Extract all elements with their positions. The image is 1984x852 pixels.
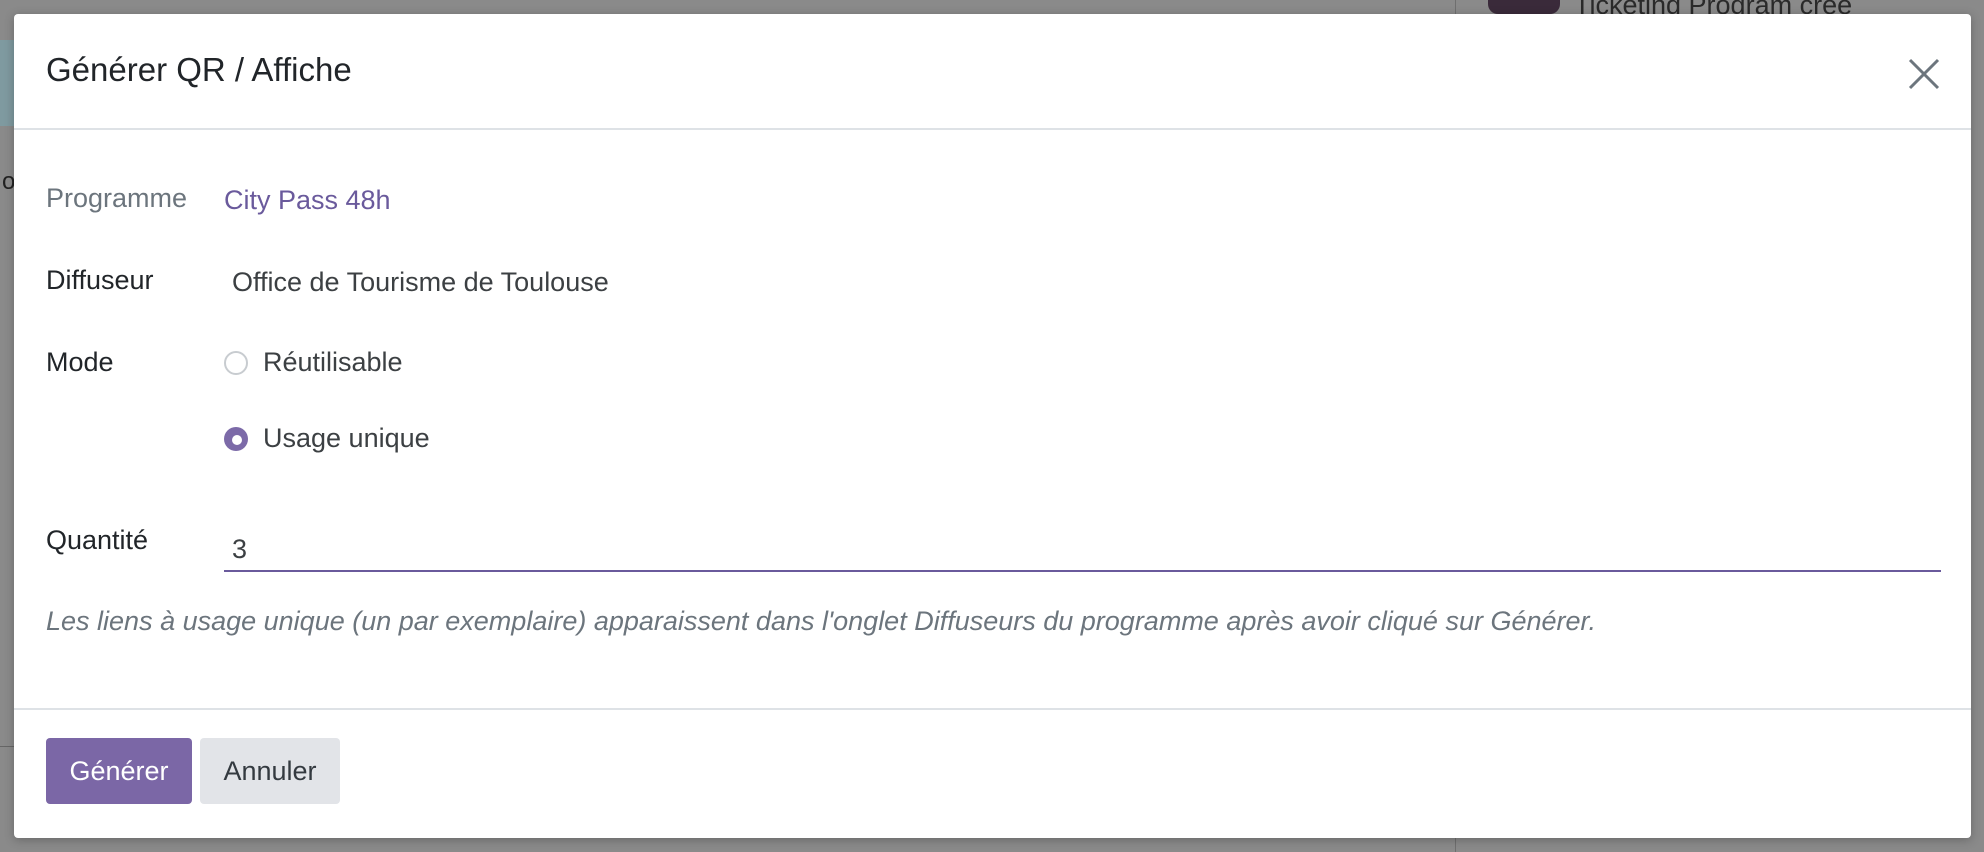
diffuseur-value: Office de Tourisme de Toulouse: [232, 267, 609, 297]
background-avatar: [1488, 0, 1560, 14]
programme-link[interactable]: City Pass 48h: [224, 185, 391, 216]
dialog-footer: Générer Annuler: [14, 708, 1971, 840]
mode-option-label: Réutilisable: [263, 347, 403, 377]
radio-checked[interactable]: [224, 426, 248, 451]
help-text: Les liens à usage unique (un par exempla…: [46, 606, 1596, 636]
generate-button[interactable]: Générer: [46, 738, 192, 804]
mode-option-usage-unique[interactable]: Usage unique: [224, 423, 430, 454]
programme-label: Programme: [46, 183, 188, 213]
mode-option-reutilisable[interactable]: Réutilisable: [224, 347, 403, 378]
generate-qr-dialog: Générer QR / Affiche Programme City Pass…: [14, 14, 1971, 838]
radio-unchecked[interactable]: [224, 350, 248, 375]
cancel-button[interactable]: Annuler: [200, 738, 340, 804]
background-divider-small: [0, 746, 14, 747]
mode-label: Mode: [46, 347, 114, 377]
mode-option-label: Usage unique: [263, 423, 430, 453]
close-icon[interactable]: [1904, 54, 1944, 94]
dialog-title: Générer QR / Affiche: [46, 51, 352, 88]
quantite-label: Quantité: [46, 525, 149, 555]
background-panel-fragment: [0, 40, 14, 126]
dialog-header: Générer QR / Affiche: [14, 14, 1971, 130]
diffuseur-label: Diffuseur: [46, 265, 154, 295]
quantite-input[interactable]: [224, 524, 1941, 572]
